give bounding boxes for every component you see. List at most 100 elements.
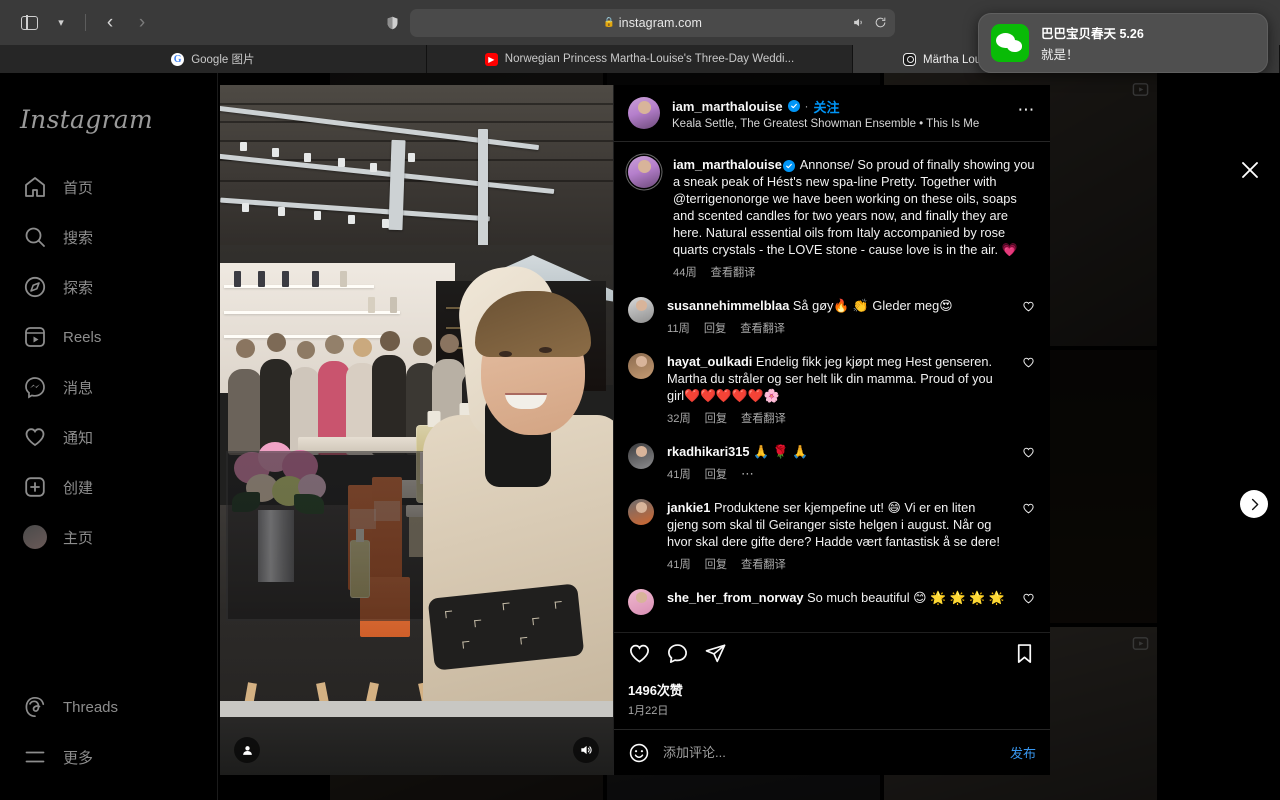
toolbar-divider <box>85 14 86 31</box>
sidebar-item-label: 探索 <box>63 279 94 297</box>
forward-arrow-icon[interactable]: › <box>127 9 157 37</box>
save-button[interactable] <box>1013 642 1036 670</box>
more-options-icon[interactable]: ⋯ <box>1018 100 1037 126</box>
comment-username[interactable]: jankie1 <box>667 500 710 515</box>
comment-username[interactable]: she_her_from_norway <box>667 590 804 605</box>
mute-icon[interactable] <box>852 16 865 29</box>
sidebar-item-label: 创建 <box>63 479 94 497</box>
comment-like-button[interactable] <box>1022 592 1036 606</box>
avatar[interactable] <box>628 353 654 380</box>
audio-toggle-button[interactable] <box>573 737 599 763</box>
close-modal-button[interactable] <box>1238 158 1264 184</box>
sidebar-item-label: 消息 <box>63 379 94 397</box>
threads-icon <box>22 695 47 720</box>
notification-text: 巴巴宝贝春天 5.26 就是！ <box>1041 23 1144 63</box>
comment-button[interactable] <box>666 642 689 670</box>
post-header-text: iam_marthalouise · 关注 Keala Settle, The … <box>672 97 1006 130</box>
emoji-smiley-icon <box>629 743 649 762</box>
emoji-picker-button[interactable] <box>628 742 650 764</box>
caption-username[interactable]: iam_marthalouise <box>673 157 782 172</box>
comments-list[interactable]: iam_marthalouise Annonse/ So proud of fi… <box>614 142 1050 632</box>
sidebar-item-reels[interactable]: Reels <box>0 312 217 362</box>
add-comment-bar: 发布 <box>614 729 1050 775</box>
comment-translate-button[interactable]: 查看翻译 <box>740 320 785 336</box>
google-icon <box>171 52 185 66</box>
sidebar-item-profile[interactable]: 主页 <box>0 512 217 562</box>
comment-body: rkadhikari315 🙏 🌹 🙏 41周 回复 ⋯ <box>667 443 1009 482</box>
comment-age: 11周 <box>667 323 690 336</box>
verified-badge-icon <box>787 100 800 112</box>
post-author-username[interactable]: iam_marthalouise <box>672 99 783 114</box>
comment-reply-button[interactable]: 回复 <box>705 410 727 426</box>
sidebar-item-explore[interactable]: 探索 <box>0 262 217 312</box>
avatar[interactable] <box>628 589 654 616</box>
notification-body: 就是！ <box>1041 48 1079 62</box>
comment-username[interactable]: susannehimmelblaa <box>667 298 789 313</box>
sidebar-item-create[interactable]: 创建 <box>0 462 217 512</box>
system-notification-toast[interactable]: 巴巴宝贝春天 5.26 就是！ <box>978 13 1268 73</box>
comment-like-button[interactable] <box>1022 356 1036 370</box>
sidebar-toggle-icon[interactable] <box>14 9 44 37</box>
heart-icon <box>1023 503 1034 514</box>
plus-square-icon <box>22 475 47 500</box>
sidebar-item-threads[interactable]: Threads <box>0 682 217 732</box>
address-bar-group: 🔒 instagram.com <box>385 8 895 37</box>
comment-translate-button[interactable]: 查看翻译 <box>741 410 786 426</box>
url-bar[interactable]: 🔒 instagram.com <box>410 8 895 37</box>
avatar[interactable] <box>628 156 660 188</box>
comment-reply-button[interactable]: 回复 <box>705 556 727 572</box>
comment-username[interactable]: rkadhikari315 <box>667 444 750 459</box>
audio-attribution[interactable]: Keala Settle, The Greatest Showman Ensem… <box>672 118 1006 130</box>
tab-label: Google 图片 <box>191 54 255 66</box>
post-comment-button[interactable]: 发布 <box>1010 743 1036 762</box>
chevron-right-icon <box>1251 498 1258 510</box>
sidebar-item-search[interactable]: 搜索 <box>0 212 217 262</box>
close-icon <box>1242 162 1258 178</box>
sidebar-item-label: Threads <box>63 698 119 716</box>
comment-translate-button[interactable]: 查看翻译 <box>741 556 786 572</box>
sidebar-item-messages[interactable]: 消息 <box>0 362 217 412</box>
notification-title: 巴巴宝贝春天 5.26 <box>1041 27 1144 41</box>
caption-translate-button[interactable]: 查看翻译 <box>711 264 756 280</box>
comment-reply-button[interactable]: 回复 <box>705 466 727 482</box>
comment-meta: 32周 回复 查看翻译 <box>667 410 1009 426</box>
heart-icon <box>1023 357 1034 368</box>
back-arrow-icon[interactable]: ‹ <box>95 9 125 37</box>
heart-icon <box>1023 593 1034 604</box>
comment-text-block: susannehimmelblaa Så gøy🔥 👏 Gleder meg😍 <box>667 297 1009 314</box>
sidebar-item-home[interactable]: 首页 <box>0 162 217 212</box>
avatar[interactable] <box>628 297 654 324</box>
sidebar-item-notifications[interactable]: 通知 <box>0 412 217 462</box>
tagged-people-icon <box>242 745 252 755</box>
tagged-people-button[interactable] <box>234 737 260 763</box>
likes-count[interactable]: 1496次赞 <box>628 680 1036 699</box>
avatar[interactable] <box>628 499 654 526</box>
shield-icon[interactable] <box>385 14 400 32</box>
sidebar-item-more[interactable]: 更多 <box>0 732 217 782</box>
post-media[interactable] <box>220 85 613 775</box>
url-bar-right-icons <box>852 16 887 29</box>
like-button[interactable] <box>628 642 651 670</box>
comment-username[interactable]: hayat_oulkadi <box>667 354 752 369</box>
add-comment-input[interactable] <box>663 745 997 760</box>
avatar[interactable] <box>628 443 654 470</box>
comment-like-button[interactable] <box>1022 446 1036 460</box>
comment-more-icon[interactable]: ⋯ <box>741 466 755 482</box>
comment-like-button[interactable] <box>1022 300 1036 314</box>
comment-reply-button[interactable]: 回复 <box>704 320 726 336</box>
separator-dot: · <box>804 99 809 113</box>
compass-icon <box>22 275 47 300</box>
follow-button[interactable]: 关注 <box>814 97 840 116</box>
share-button[interactable] <box>704 642 727 670</box>
comment-age: 41周 <box>667 469 691 482</box>
comment-text: 🙏 🌹 🙏 <box>753 444 809 460</box>
next-post-button[interactable] <box>1240 490 1268 518</box>
comment-like-button[interactable] <box>1022 502 1036 516</box>
browser-tab-google[interactable]: Google 图片 <box>0 45 427 73</box>
browser-tab-youtube[interactable]: ▶ Norwegian Princess Martha-Louise's Thr… <box>427 45 854 73</box>
chevron-down-icon[interactable]: ▾ <box>46 9 76 37</box>
caption-text-block: iam_marthalouise Annonse/ So proud of fi… <box>673 156 1036 258</box>
avatar[interactable] <box>628 97 660 129</box>
instagram-logo[interactable]: Instagram <box>0 97 217 134</box>
reload-icon[interactable] <box>874 16 887 29</box>
